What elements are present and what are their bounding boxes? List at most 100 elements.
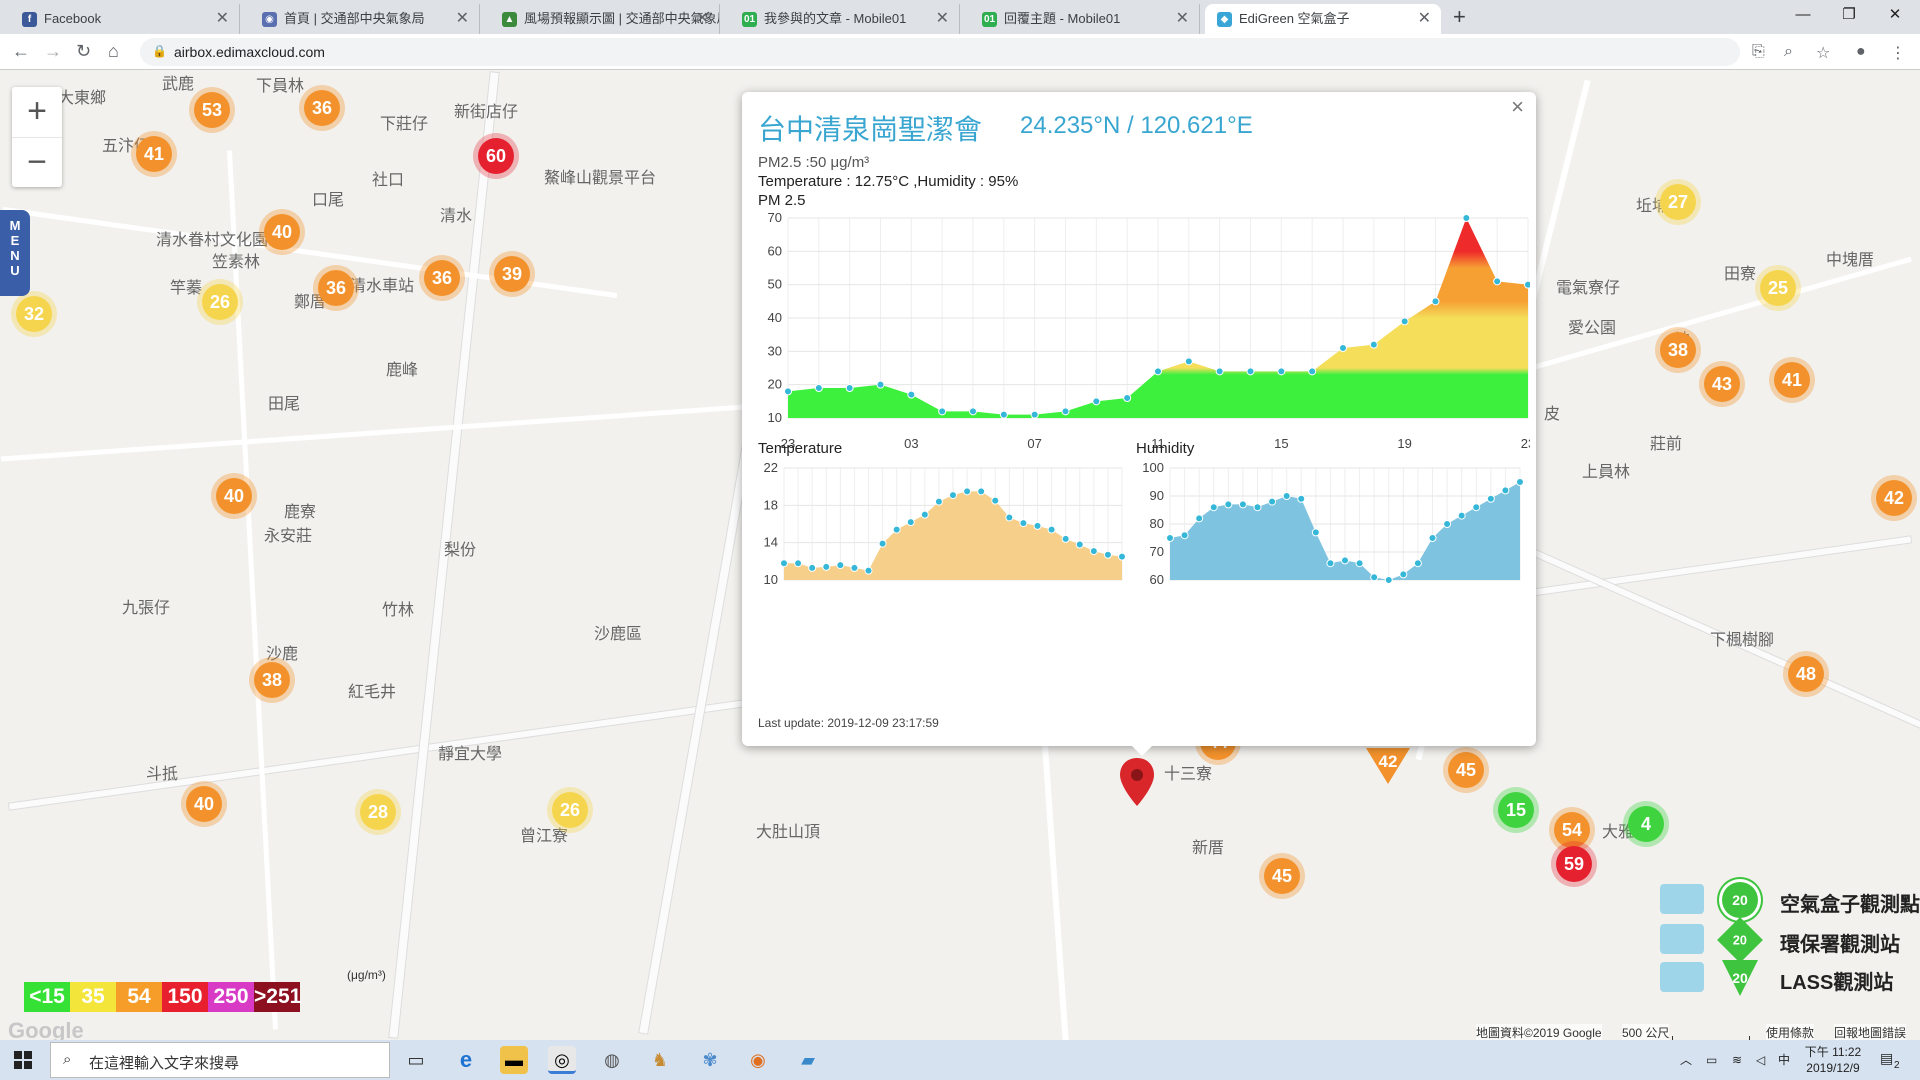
tab-close-icon[interactable]: ✕ <box>1418 4 1431 34</box>
clock[interactable]: 下午 11:22 2019/12/9 <box>1798 1044 1868 1076</box>
more-menu-icon[interactable]: ⋮ <box>1890 43 1906 63</box>
airbox-station-marker[interactable]: 41 <box>1774 362 1810 398</box>
airbox-station-marker[interactable]: 60 <box>478 138 514 174</box>
back-icon[interactable]: ← <box>12 41 30 62</box>
taskbar-search-box[interactable]: ⌕ 在這裡輸入文字來搜尋 <box>50 1042 390 1078</box>
airbox-station-marker[interactable]: 36 <box>304 90 340 126</box>
bookmark-star-icon[interactable]: ☆ <box>1816 43 1830 63</box>
airbox-station-marker[interactable]: 40 <box>264 214 300 250</box>
data-point <box>1047 525 1056 534</box>
battery-icon[interactable]: ▭ <box>1706 1052 1717 1068</box>
airbox-station-marker[interactable]: 36 <box>318 270 354 306</box>
app-icon[interactable]: ✾ <box>696 1046 724 1074</box>
browser-tab[interactable]: ▲ 風場預報顯示圖 | 交通部中央氣象局 ✕ <box>490 4 720 34</box>
notification-center-icon[interactable]: ▤ <box>1880 1050 1893 1066</box>
zoom-icon[interactable]: ⌕ <box>1784 43 1793 61</box>
data-point <box>969 407 977 416</box>
close-window-button[interactable]: ✕ <box>1872 0 1918 30</box>
home-icon[interactable]: ⌂ <box>108 41 119 62</box>
data-point <box>1297 494 1306 503</box>
data-point <box>1154 367 1162 376</box>
taskbar-search-placeholder: 在這裡輸入文字來搜尋 <box>89 1055 240 1072</box>
translate-icon[interactable]: ⎘ <box>1752 43 1765 61</box>
airbox-station-marker[interactable]: 53 <box>194 92 230 128</box>
airbox-station-marker[interactable]: 39 <box>494 256 530 292</box>
menu-tab-label: M E N U <box>9 218 21 278</box>
data-point <box>938 407 947 416</box>
airbox-station-marker[interactable]: 38 <box>1660 332 1696 368</box>
forward-icon[interactable]: → <box>44 41 62 62</box>
data-point <box>999 410 1008 419</box>
browser-tab[interactable]: 01 我參與的文章 - Mobile01 ✕ <box>730 4 960 34</box>
airbox-station-marker[interactable]: 42 <box>1876 480 1912 516</box>
map-place-label: 下楓樹腳 <box>1710 632 1775 649</box>
airbox-station-marker[interactable]: 27 <box>1660 184 1696 220</box>
browser-tab[interactable]: ◉ 首頁 | 交通部中央氣象局 ✕ <box>250 4 480 34</box>
x-tick-label: 23 <box>1521 436 1530 448</box>
app-icon[interactable]: ♞ <box>646 1046 674 1074</box>
tab-close-icon[interactable]: ✕ <box>936 4 949 34</box>
zoom-out-button[interactable]: − <box>12 137 62 187</box>
tray-up-icon[interactable]: ︿ <box>1680 1052 1692 1068</box>
tab-close-icon[interactable]: ✕ <box>696 4 709 34</box>
data-point <box>977 487 986 496</box>
airbox-station-marker[interactable]: 43 <box>1704 366 1740 402</box>
airbox-station-marker[interactable]: 28 <box>360 794 396 830</box>
airbox-station-marker[interactable]: 40 <box>186 786 222 822</box>
task-view-icon[interactable]: ▭ <box>402 1046 430 1074</box>
map-canvas[interactable]: 武鹿 下員林 大東鄉 新街店仔 下莊仔 五汴仔 社口 鰲峰山觀景平台 口尾 清水 清水眷村文化園區笠… <box>0 70 1920 1040</box>
edge-browser-icon[interactable]: e <box>452 1046 480 1074</box>
tab-close-icon[interactable]: ✕ <box>216 4 229 34</box>
popup-close-button[interactable]: × <box>1511 94 1524 120</box>
new-tab-button[interactable]: + <box>1453 4 1466 30</box>
zoom-in-button[interactable]: + <box>12 87 62 137</box>
airbox-station-marker[interactable]: 4 <box>1628 806 1664 842</box>
airbox-station-marker[interactable]: 40 <box>216 478 252 514</box>
airbox-station-marker[interactable]: 59 <box>1556 846 1592 882</box>
tab-close-icon[interactable]: ✕ <box>1176 4 1189 34</box>
restore-button[interactable]: ❐ <box>1826 0 1872 30</box>
station-type-badge-icon: 20 <box>1717 917 1763 963</box>
data-point <box>1166 534 1174 542</box>
selected-location-pin-icon[interactable] <box>1120 758 1154 806</box>
airbox-station-marker[interactable]: 15 <box>1498 792 1534 828</box>
terms-link[interactable]: 使用條款 <box>1766 1024 1815 1040</box>
file-explorer-icon[interactable]: ▬ <box>500 1046 528 1074</box>
airbox-station-marker[interactable]: 26 <box>552 792 588 828</box>
app-icon[interactable]: ◍ <box>598 1046 626 1074</box>
airbox-station-marker[interactable]: 54 <box>1554 812 1590 848</box>
browser-tab[interactable]: 01 回覆主題 - Mobile01 ✕ <box>970 4 1200 34</box>
chrome-icon[interactable]: ◎ <box>548 1046 576 1074</box>
clock-time: 下午 11:22 <box>1804 1045 1862 1059</box>
volume-icon[interactable]: ◁ <box>1756 1052 1765 1068</box>
airbox-station-marker[interactable]: 45 <box>1264 858 1300 894</box>
profile-icon[interactable]: ● <box>1856 43 1866 61</box>
report-map-error-link[interactable]: 回報地圖錯誤 <box>1834 1024 1907 1040</box>
menu-tab[interactable]: M E N U <box>0 210 30 296</box>
minimize-button[interactable]: — <box>1780 0 1826 30</box>
reload-icon[interactable]: ↻ <box>76 41 91 62</box>
app-icon[interactable]: ▰ <box>794 1046 822 1074</box>
windows-start-icon[interactable] <box>14 1051 32 1069</box>
airbox-station-marker[interactable]: 36 <box>424 260 460 296</box>
airbox-station-marker[interactable]: 41 <box>136 136 172 172</box>
airbox-station-marker[interactable]: 45 <box>1448 752 1484 788</box>
wifi-icon[interactable]: ≋ <box>1732 1052 1742 1068</box>
airbox-station-marker[interactable]: 26 <box>202 284 238 320</box>
browser-tab[interactable]: ◆ EdiGreen 空氣盒子 ✕ <box>1205 4 1441 34</box>
series-area <box>784 491 1122 580</box>
popup-pointer <box>1130 744 1154 756</box>
airbox-station-marker[interactable]: 48 <box>1788 656 1824 692</box>
y-tick-label: 80 <box>1150 516 1164 531</box>
airbox-station-marker[interactable]: 32 <box>16 296 52 332</box>
airbox-station-marker[interactable]: 25 <box>1760 270 1796 306</box>
airbox-station-marker[interactable]: 38 <box>254 662 290 698</box>
temp-humidity-reading: Temperature : 12.75°C ,Humidity : 95% <box>758 173 1019 190</box>
data-point <box>1209 503 1218 512</box>
address-bar[interactable]: 🔒 airbox.edimaxcloud.com <box>140 38 1740 66</box>
tab-close-icon[interactable]: ✕ <box>456 4 469 34</box>
blender-icon[interactable]: ◉ <box>744 1046 772 1074</box>
browser-tab[interactable]: f Facebook ✕ <box>10 4 240 34</box>
ime-indicator[interactable]: 中 <box>1778 1052 1790 1068</box>
station-type-label: LASS觀測站 <box>1780 972 1894 994</box>
